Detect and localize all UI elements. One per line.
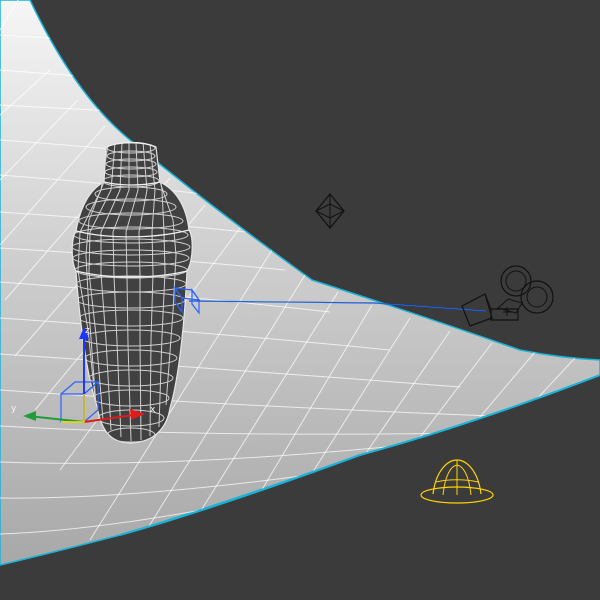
gizmo-x-label: x	[150, 405, 156, 415]
viewport-3d[interactable]: z x y	[0, 0, 600, 600]
gizmo-y-label: y	[11, 404, 17, 414]
gizmo-z-label: z	[85, 326, 90, 336]
scene-canvas[interactable]: z x y	[0, 0, 600, 600]
